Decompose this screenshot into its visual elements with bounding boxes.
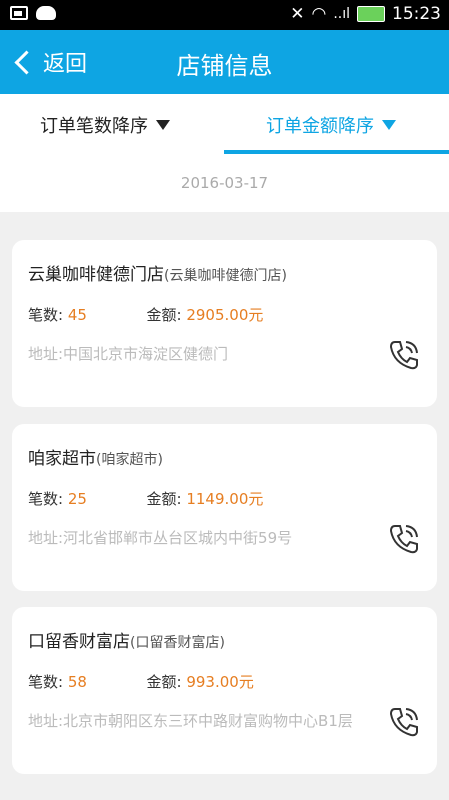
store-address: 地址:北京市朝阳区东三环中路财富购物中心B1层 — [28, 712, 353, 730]
store-name-main: 咱家超市 — [28, 449, 96, 469]
count-label: 笔数: — [28, 306, 64, 324]
status-bar: ✕ ◠ ..ıl 15:23 — [0, 0, 449, 30]
triangle-down-icon — [156, 120, 170, 130]
triangle-down-icon — [382, 120, 396, 130]
store-name-sub: (咱家超市) — [96, 452, 163, 468]
amount-value: 993.00元 — [186, 673, 254, 691]
mute-icon: ✕ — [290, 4, 305, 24]
amount-value: 2905.00元 — [186, 306, 264, 324]
date-label: 2016-03-17 — [0, 154, 449, 212]
wifi-icon: ◠ — [311, 4, 327, 24]
store-stats: 笔数: 45 金额: 2905.00元 — [28, 304, 263, 325]
count-label: 笔数: — [28, 490, 64, 508]
count-value: 25 — [67, 490, 87, 508]
store-card[interactable]: 口留香财富店(口留香财富店) 笔数: 58 金额: 993.00元 地址:北京市… — [12, 607, 437, 774]
store-card[interactable]: 云巢咖啡健德门店(云巢咖啡健德门店) 笔数: 45 金额: 2905.00元 地… — [12, 240, 437, 407]
tab-label: 订单笔数降序 — [40, 116, 148, 137]
app-header: 返回 店铺信息 — [0, 30, 449, 94]
store-stats: 笔数: 25 金额: 1149.00元 — [28, 488, 263, 509]
tab-sort-by-count[interactable]: 订单笔数降序 — [40, 112, 170, 138]
battery-icon — [357, 6, 385, 22]
clock: 15:23 — [392, 4, 441, 24]
store-address: 地址:中国北京市海淀区健德门 — [28, 345, 229, 363]
store-name-main: 云巢咖啡健德门店 — [28, 265, 164, 285]
phone-icon[interactable] — [387, 705, 421, 739]
store-name-main: 口留香财富店 — [28, 632, 130, 652]
store-address: 地址:河北省邯郸市丛台区城内中街59号 — [28, 529, 293, 547]
store-stats: 笔数: 58 金额: 993.00元 — [28, 671, 254, 692]
tab-label: 订单金额降序 — [266, 116, 374, 137]
count-value: 45 — [67, 306, 87, 324]
count-value: 58 — [67, 673, 87, 691]
page-title: 店铺信息 — [176, 52, 273, 80]
amount-value: 1149.00元 — [186, 490, 264, 508]
amount-label: 金额: — [146, 306, 182, 324]
app-notification-icon — [36, 6, 56, 20]
signal-icon: ..ıl — [333, 6, 350, 22]
store-name-sub: (口留香财富店) — [130, 635, 225, 651]
phone-icon[interactable] — [387, 522, 421, 556]
count-label: 笔数: — [28, 673, 64, 691]
amount-label: 金额: — [146, 490, 182, 508]
phone-icon[interactable] — [387, 338, 421, 372]
store-name: 咱家超市(咱家超市) — [28, 444, 163, 469]
store-name-sub: (云巢咖啡健德门店) — [164, 268, 287, 284]
store-name: 云巢咖啡健德门店(云巢咖啡健德门店) — [28, 260, 287, 285]
image-notification-icon — [10, 6, 28, 20]
sort-tabs: 订单笔数降序 订单金额降序 — [0, 94, 449, 154]
amount-label: 金额: — [146, 673, 182, 691]
store-name: 口留香财富店(口留香财富店) — [28, 627, 225, 652]
store-card[interactable]: 咱家超市(咱家超市) 笔数: 25 金额: 1149.00元 地址:河北省邯郸市… — [12, 424, 437, 591]
tab-sort-by-amount[interactable]: 订单金额降序 — [266, 112, 396, 138]
